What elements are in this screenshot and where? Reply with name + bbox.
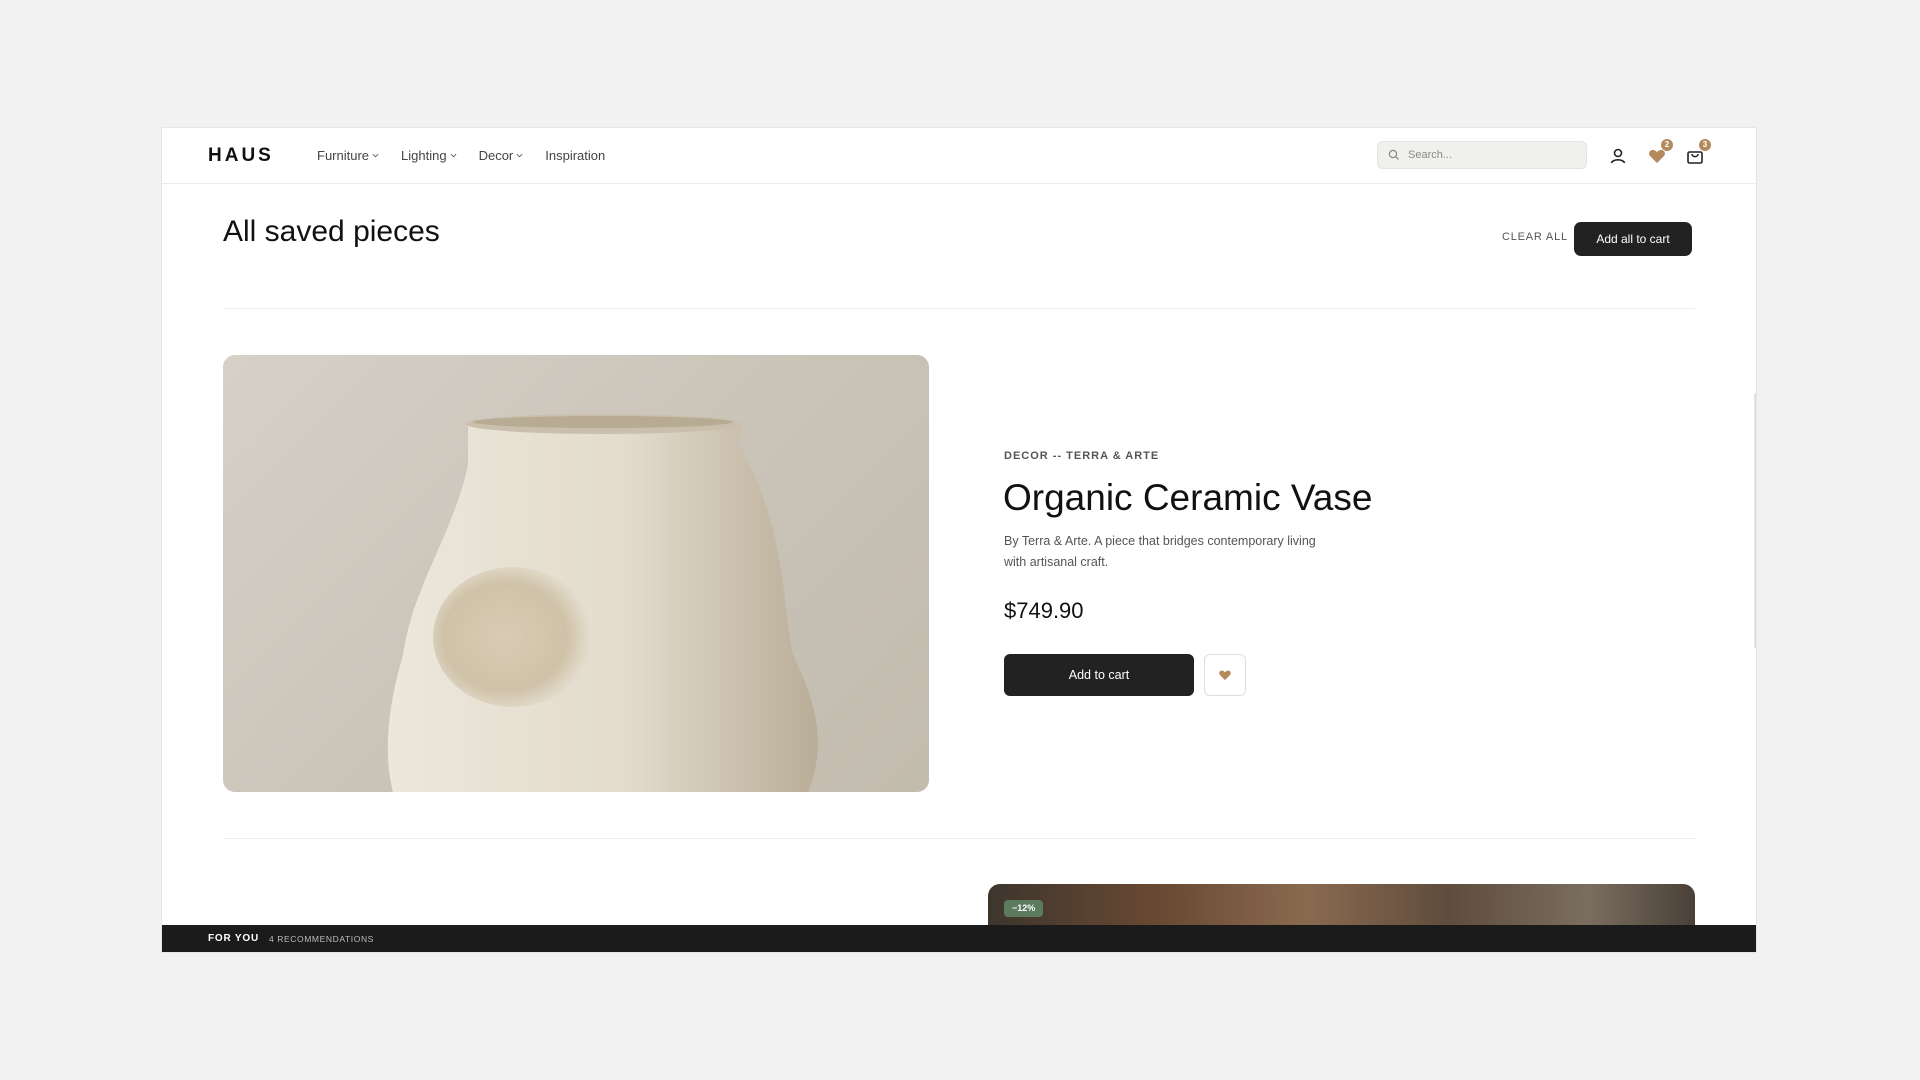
nav-label: Lighting [401, 148, 447, 163]
clear-all-button[interactable]: CLEAR ALL [1502, 231, 1568, 243]
wishlist-button[interactable]: 2 [1646, 139, 1673, 167]
main-nav: Furniture Lighting Decor Inspiration [317, 148, 605, 163]
ceramic-vase-illustration [387, 414, 818, 792]
product-price: $749.90 [1004, 598, 1084, 623]
app-window: HAUS Furniture Lighting Decor Inspiratio… [162, 128, 1756, 952]
nav-item-lighting[interactable]: Lighting [401, 148, 457, 163]
nav-item-decor[interactable]: Decor [479, 148, 524, 163]
account-button[interactable] [1607, 145, 1629, 167]
nav-label: Decor [478, 148, 514, 163]
nav-label: Furniture [317, 148, 370, 163]
discount-badge: −12% [1004, 900, 1044, 917]
chevron-down-icon [450, 153, 457, 158]
top-navigation-bar: HAUS Furniture Lighting Decor Inspiratio… [162, 128, 1756, 184]
add-to-cart-button[interactable]: Add to cart [1004, 654, 1194, 696]
user-icon [1610, 148, 1626, 164]
chevron-down-icon [516, 153, 523, 158]
search-input[interactable] [1408, 149, 1568, 161]
product-name[interactable]: Organic Ceramic Vase [1003, 477, 1372, 519]
cart-button[interactable]: 3 [1684, 139, 1711, 167]
add-all-to-cart-button[interactable]: Add all to cart [1574, 222, 1692, 256]
product-description: By Terra & Arte. A piece that bridges co… [1004, 534, 1316, 569]
scrollbar[interactable] [1754, 393, 1756, 648]
for-you-title: FOR YOU [208, 933, 259, 944]
search-box [1377, 141, 1587, 169]
chevron-down-icon [372, 153, 379, 158]
nav-item-inspiration[interactable]: Inspiration [545, 148, 605, 163]
divider [223, 308, 1695, 309]
divider [223, 838, 1695, 839]
wishlist-count-badge: 2 [1661, 139, 1673, 151]
product-image[interactable] [223, 355, 929, 792]
nav-item-furniture[interactable]: Furniture [317, 148, 379, 163]
brand-logo[interactable]: HAUS [208, 145, 274, 167]
product-category-label: DECOR -- TERRA & ARTE [1004, 450, 1160, 462]
remove-from-wishlist-button[interactable] [1204, 654, 1246, 696]
page-title: All saved pieces [223, 215, 440, 248]
cart-count-badge: 3 [1699, 139, 1711, 151]
recommendations-count: 4 RECOMMENDATIONS [268, 933, 374, 944]
heart-icon [1219, 670, 1231, 681]
search-icon [1388, 149, 1399, 160]
nav-label: Inspiration [545, 148, 606, 163]
for-you-bar[interactable]: FOR YOU 4 RECOMMENDATIONS [162, 925, 1756, 952]
